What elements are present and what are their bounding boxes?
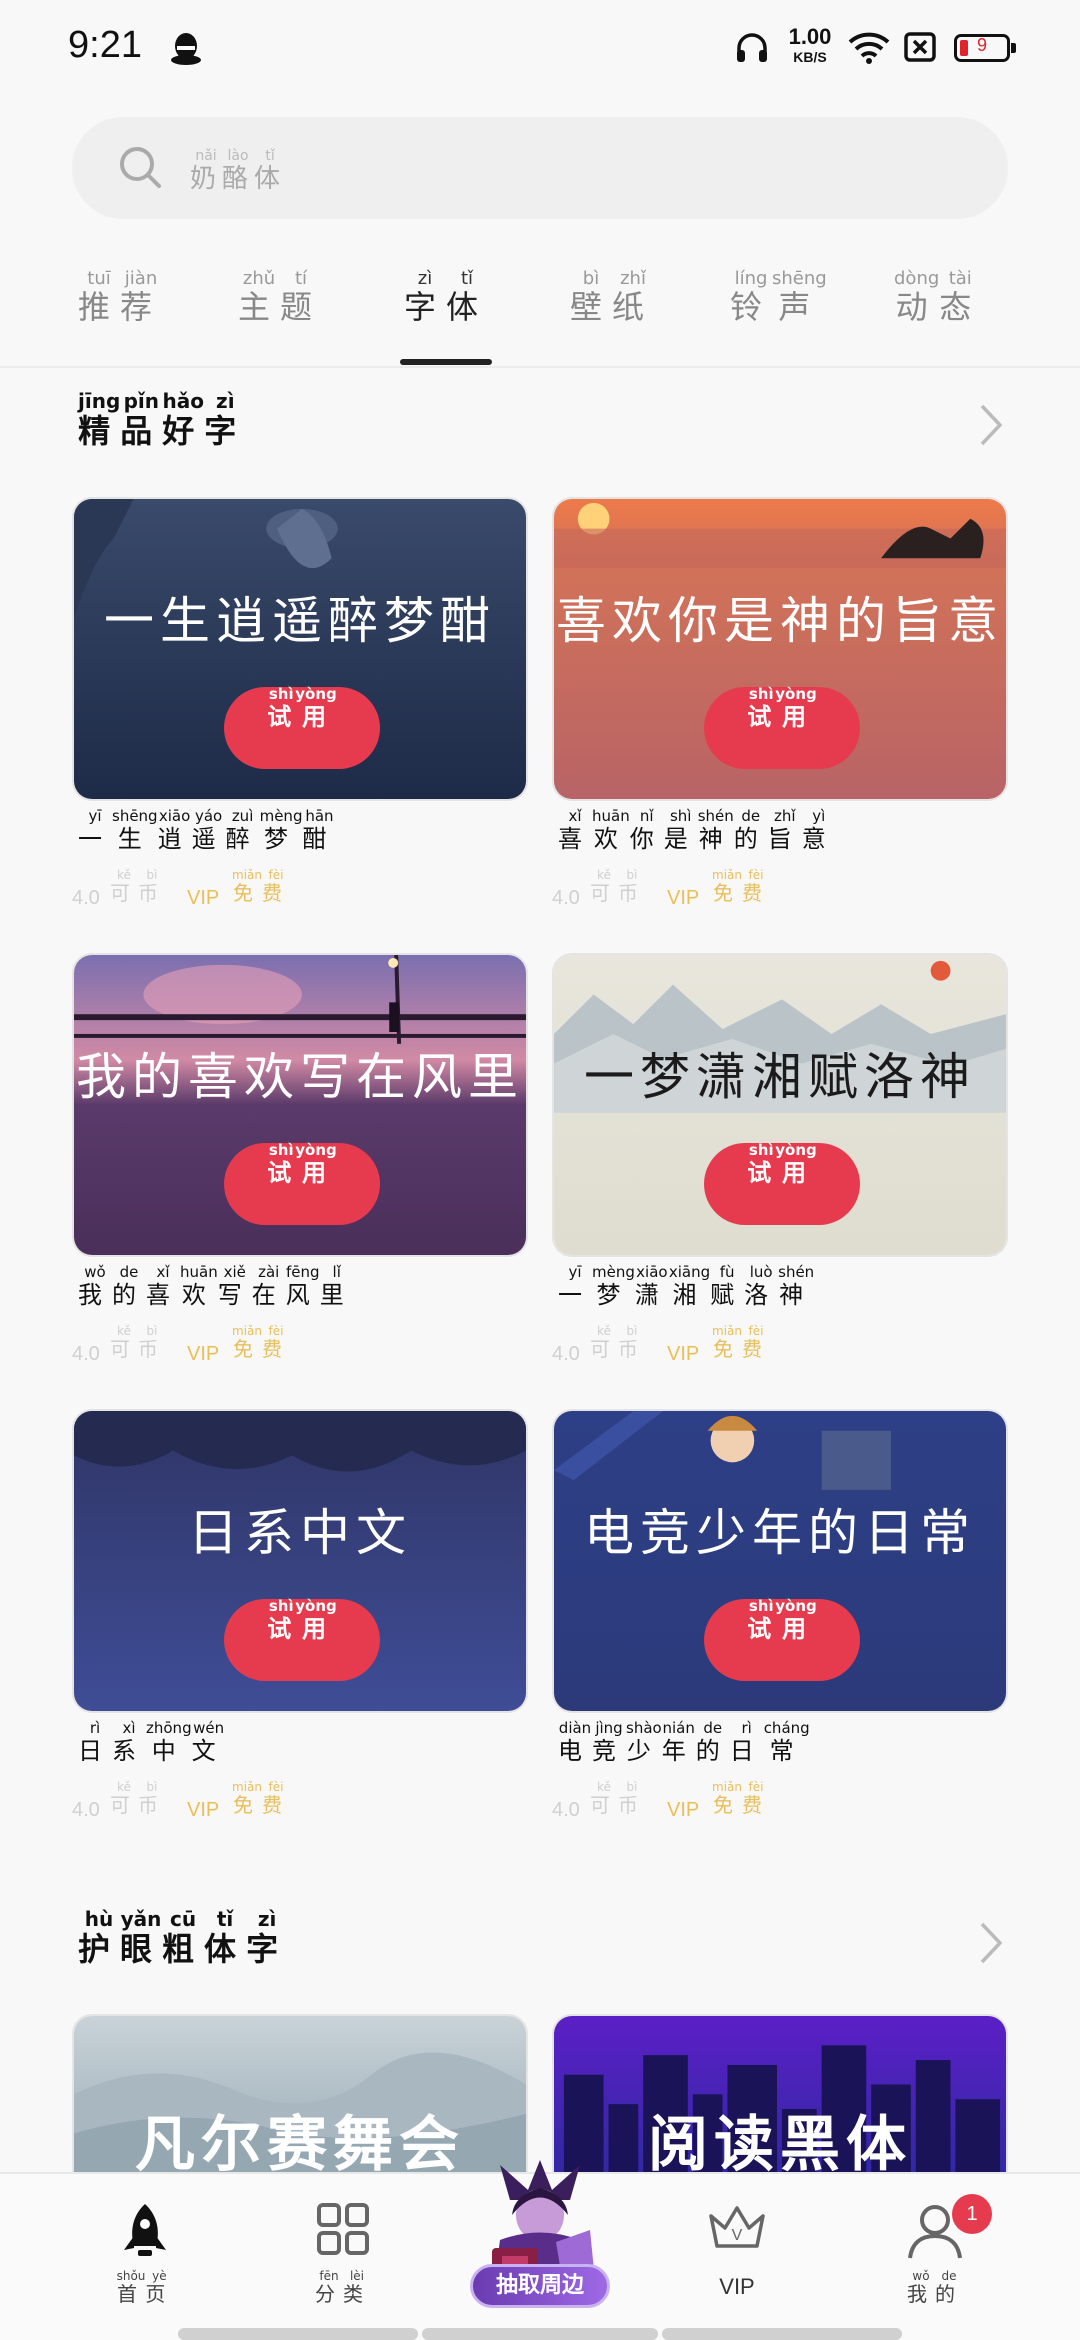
grid-icon: [317, 2203, 369, 2255]
font-meta: 4.0 可kě币bì VIP 免miǎn费fèi: [552, 1780, 770, 1821]
nav-label: 我wǒ的de: [907, 2269, 963, 2306]
try-button[interactable]: 试shì用yòng: [224, 1141, 380, 1225]
card-title: 喜欢你是神的旨意: [556, 592, 1004, 650]
battery-icon: 9: [954, 34, 1016, 62]
font-card[interactable]: 喜欢你是神的旨意试shì用yòng: [552, 497, 1008, 801]
font-name: 一yī生shēng逍xiāo遥yáo醉zuì梦mèng酣hān: [78, 807, 337, 853]
nav-label: VIP: [719, 2274, 755, 2299]
font-meta: 4.0 可kě币bì VIP 免miǎn费fèi: [72, 868, 290, 909]
try-button[interactable]: 试shì用yòng: [704, 685, 860, 769]
tab-3[interactable]: 壁bì纸zhǐ: [570, 268, 654, 328]
nav-label: 分fēn类lèi: [315, 2269, 371, 2306]
notification-badge: 1: [952, 2194, 992, 2234]
search-icon: [120, 147, 161, 188]
rocket-icon: [124, 2204, 166, 2256]
card-title: 凡尔赛舞会: [135, 2110, 465, 2180]
active-tab-indicator: [400, 359, 492, 365]
crown-icon: V: [709, 2206, 765, 2248]
font-card[interactable]: 一梦潇湘赋洛神试shì用yòng: [552, 953, 1008, 1257]
category-tabs: 动dòng态tài 铃líng声shēng 壁bì纸zhǐ 字zì体tǐ 主zhǔ题tí…: [0, 262, 1080, 368]
promo-label[interactable]: 抽取周边: [470, 2264, 610, 2308]
card-title: 电竞少年的日常: [584, 1504, 976, 1562]
font-card[interactable]: 我的喜欢写在风里试shì用yòng: [72, 953, 528, 1257]
chevron-right-icon[interactable]: [970, 1918, 1010, 1968]
font-meta: 4.0 可kě币bì VIP 免miǎn费fèi: [72, 1780, 290, 1821]
font-meta: 4.0 可kě币bì VIP 免miǎn费fèi: [552, 868, 770, 909]
nav-label: 首shǒu页yè: [116, 2269, 174, 2306]
font-meta: 4.0 可kě币bì VIP 免miǎn费fèi: [72, 1324, 290, 1365]
card-title: 一生逍遥醉梦酣: [104, 592, 496, 650]
wifi-icon: [848, 32, 890, 64]
font-name: 我wǒ的de喜xǐ欢huān写xiě在zài风fēng里lǐ: [78, 1263, 354, 1309]
tab-1[interactable]: 主zhǔ题tí: [238, 268, 322, 328]
try-button[interactable]: 试shì用yòng: [224, 1597, 380, 1681]
nav-vip[interactable]: V VIP: [662, 2174, 812, 2314]
card-title: 一梦潇湘赋洛神: [584, 1048, 976, 1106]
nav-category[interactable]: 分fēn类lèi: [268, 2174, 418, 2314]
gesture-bar-right: [662, 2328, 902, 2340]
search-bar[interactable]: 奶nǎi酪lào体tǐ: [72, 117, 1008, 219]
font-name: 日rì系xì中zhōng文wén: [78, 1719, 226, 1765]
card-title: 阅读黑体: [648, 2110, 912, 2180]
gesture-bar-left: [178, 2328, 418, 2340]
font-card[interactable]: 日系中文试shì用yòng: [72, 1409, 528, 1713]
qq-icon: [171, 33, 201, 65]
status-time: 9:21: [68, 24, 142, 66]
tab-5[interactable]: 动dòng态tài: [894, 268, 981, 328]
font-name: 电diàn竞jìng少shào年nián的de日rì常cháng: [558, 1719, 810, 1765]
nav-home[interactable]: 首shǒu页yè: [70, 2174, 220, 2314]
tab-0[interactable]: 推tuī荐jiàn: [78, 268, 162, 328]
section-title-eye-care: 护hù眼yǎn粗cū体tǐ字zì: [78, 1907, 289, 1968]
nav-mine[interactable]: 1 我wǒ的de: [860, 2174, 1010, 2314]
font-card[interactable]: 一生逍遥醉梦酣试shì用yòng: [72, 497, 528, 801]
font-name: 喜xǐ欢huān你nǐ是shì神shén的de旨zhǐ意yì: [558, 807, 836, 853]
font-meta: 4.0 可kě币bì VIP 免miǎn费fèi: [552, 1324, 770, 1365]
status-bar: 9:21 1.00 KB/S 9: [0, 0, 1080, 96]
chevron-right-icon[interactable]: [970, 400, 1010, 450]
try-button[interactable]: 试shì用yòng: [704, 1141, 860, 1225]
font-card[interactable]: 电竞少年的日常试shì用yòng: [552, 1409, 1008, 1713]
headphones-icon: [737, 33, 767, 62]
card-title: 日系中文: [188, 1504, 412, 1562]
card-title: 我的喜欢写在风里: [76, 1048, 524, 1106]
tab-4[interactable]: 铃líng声shēng: [730, 268, 827, 328]
gesture-bar-center: [422, 2328, 658, 2340]
search-placeholder: 奶nǎi酪lào体tǐ: [190, 148, 287, 194]
section-title-premium: 精jīng品pǐn好hǎo字zì: [78, 389, 247, 450]
font-name: 一yī梦mèng潇xiāo湘xiāng赋fù洛luò神shén: [558, 1263, 815, 1309]
no-sim-icon: [904, 32, 936, 62]
try-button[interactable]: 试shì用yòng: [224, 685, 380, 769]
try-button[interactable]: 试shì用yòng: [704, 1597, 860, 1681]
svg-text:V: V: [732, 2227, 743, 2244]
network-speed: 1.00 KB/S: [788, 24, 832, 65]
tab-2[interactable]: 字zì体tǐ: [404, 268, 488, 328]
